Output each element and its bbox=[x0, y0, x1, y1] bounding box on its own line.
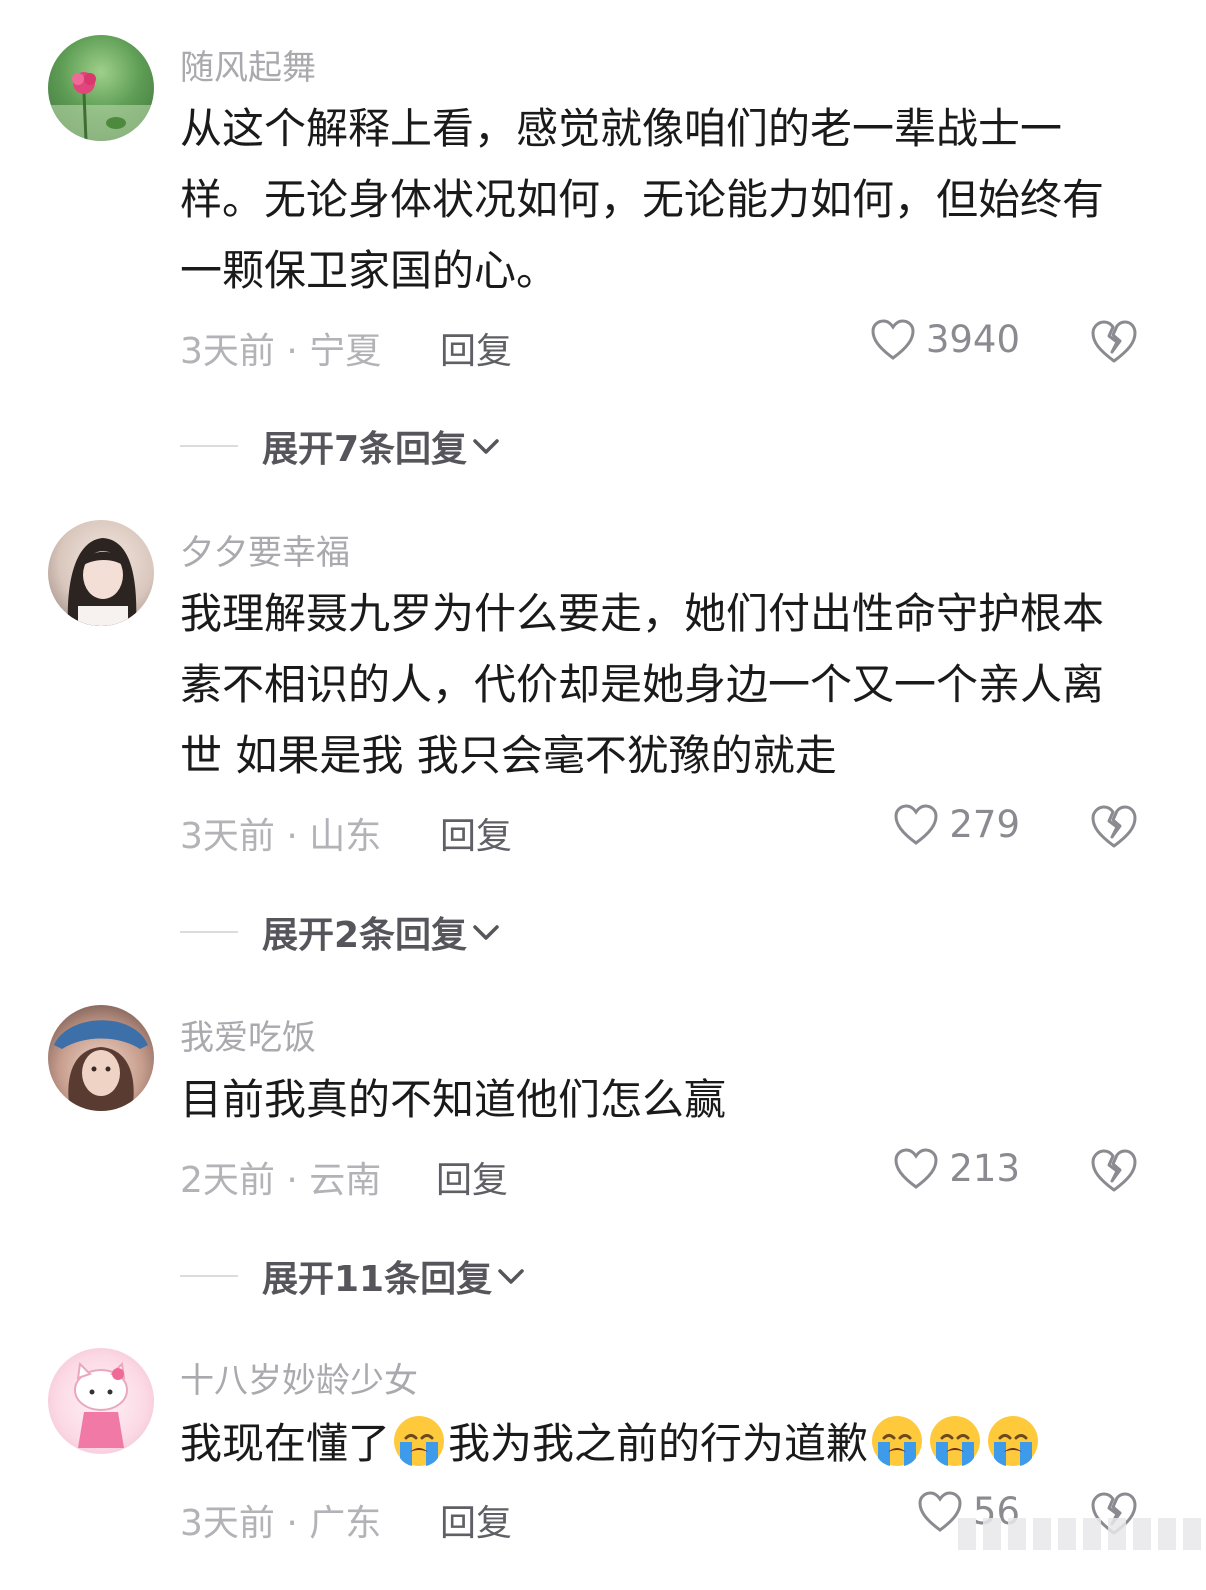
heart-icon bbox=[918, 1490, 962, 1532]
like-count: 213 bbox=[949, 1147, 1020, 1190]
avatar[interactable] bbox=[48, 1005, 154, 1111]
like-button[interactable]: 213 bbox=[893, 1147, 1020, 1190]
comment-meta: 3天前 · 山东 bbox=[180, 816, 382, 857]
comment-line: 素不相识的人，代价却是她身边一个又一个亲人离 bbox=[180, 660, 1105, 709]
chevron-down-icon bbox=[473, 925, 499, 940]
expand-replies-label: 展开7条回复 bbox=[262, 429, 468, 470]
comment-line: 我理解聂九罗为什么要走，她们付出性命守护根本 bbox=[180, 589, 1105, 638]
comment-text-part: 我为我之前的行为道歉 bbox=[448, 1419, 869, 1468]
expand-replies-label: 展开11条回复 bbox=[262, 1259, 493, 1300]
expand-replies-button[interactable]: 展开11条回复 bbox=[180, 1250, 526, 1302]
username[interactable]: 我爱吃饭 bbox=[180, 1010, 316, 1059]
heart-icon bbox=[894, 1147, 938, 1189]
comment-line: 世 如果是我 我只会毫不犹豫的就走 bbox=[180, 731, 837, 780]
comment-line: 从这个解释上看，感觉就像咱们的老一辈战士一 bbox=[180, 104, 1063, 153]
comment-meta: 3天前 · 宁夏 bbox=[180, 331, 382, 372]
comment-text-part: 我现在懂了 bbox=[180, 1419, 391, 1468]
loudly-crying-face-emoji-icon bbox=[872, 1416, 923, 1466]
expand-replies-label: 展开2条回复 bbox=[262, 915, 468, 956]
divider-line bbox=[180, 931, 238, 933]
loudly-crying-face-emoji-icon bbox=[930, 1416, 981, 1466]
reply-button[interactable]: 回复 bbox=[436, 1151, 508, 1203]
chevron-down-icon bbox=[473, 439, 499, 454]
avatar[interactable] bbox=[48, 1348, 154, 1454]
like-button[interactable]: 279 bbox=[893, 803, 1020, 846]
dislike-broken-heart-icon[interactable] bbox=[1090, 1149, 1138, 1193]
comment-line: 目前我真的不知道他们怎么赢 bbox=[180, 1075, 727, 1124]
loudly-crying-face-emoji-icon bbox=[394, 1416, 445, 1466]
like-count: 279 bbox=[949, 803, 1020, 846]
comment-line: 样。无论身体状况如何，无论能力如何，但始终有 bbox=[180, 175, 1105, 224]
comment-line: 一颗保卫家国的心。 bbox=[180, 246, 559, 295]
comment-text: 我理解聂九罗为什么要走，她们付出性命守护根本 素不相识的人，代价却是她身边一个又… bbox=[180, 578, 1160, 791]
comment-text: 从这个解释上看，感觉就像咱们的老一辈战士一 样。无论身体状况如何，无论能力如何，… bbox=[180, 93, 1160, 306]
username[interactable]: 十八岁妙龄少女 bbox=[180, 1353, 418, 1402]
dislike-broken-heart-icon[interactable] bbox=[1090, 320, 1138, 364]
girl-avatar-icon bbox=[67, 538, 137, 626]
username[interactable]: 随风起舞 bbox=[180, 40, 316, 89]
comment-meta: 3天前 · 广东 bbox=[180, 1503, 382, 1544]
username[interactable]: 夕夕要幸福 bbox=[180, 525, 350, 574]
avatar[interactable] bbox=[48, 520, 154, 626]
reply-button[interactable]: 回复 bbox=[440, 1494, 512, 1546]
loudly-crying-face-emoji-icon bbox=[988, 1416, 1039, 1466]
like-button[interactable]: 3940 bbox=[870, 318, 1020, 361]
divider-line bbox=[180, 1275, 238, 1277]
comment-text: 我现在懂了 我为我之前的行为道歉 bbox=[180, 1408, 1160, 1479]
comment-meta: 2天前 · 云南 bbox=[180, 1160, 382, 1201]
flower-avatar-icon bbox=[48, 72, 154, 141]
heart-icon bbox=[894, 803, 938, 845]
reply-button[interactable]: 回复 bbox=[440, 807, 512, 859]
heart-icon bbox=[871, 318, 915, 360]
avatar[interactable] bbox=[48, 35, 154, 141]
watermark bbox=[958, 1518, 1206, 1550]
chevron-down-icon bbox=[498, 1269, 524, 1284]
like-count: 3940 bbox=[925, 318, 1020, 361]
cap-girl-avatar-icon bbox=[54, 1020, 148, 1111]
reply-button[interactable]: 回复 bbox=[440, 322, 512, 374]
comment-text: 目前我真的不知道他们怎么赢 bbox=[180, 1064, 1160, 1135]
expand-replies-button[interactable]: 展开7条回复 bbox=[180, 420, 501, 472]
expand-replies-button[interactable]: 展开2条回复 bbox=[180, 906, 501, 958]
dislike-broken-heart-icon[interactable] bbox=[1090, 805, 1138, 849]
hello-kitty-avatar-icon bbox=[74, 1361, 128, 1448]
divider-line bbox=[180, 445, 238, 447]
